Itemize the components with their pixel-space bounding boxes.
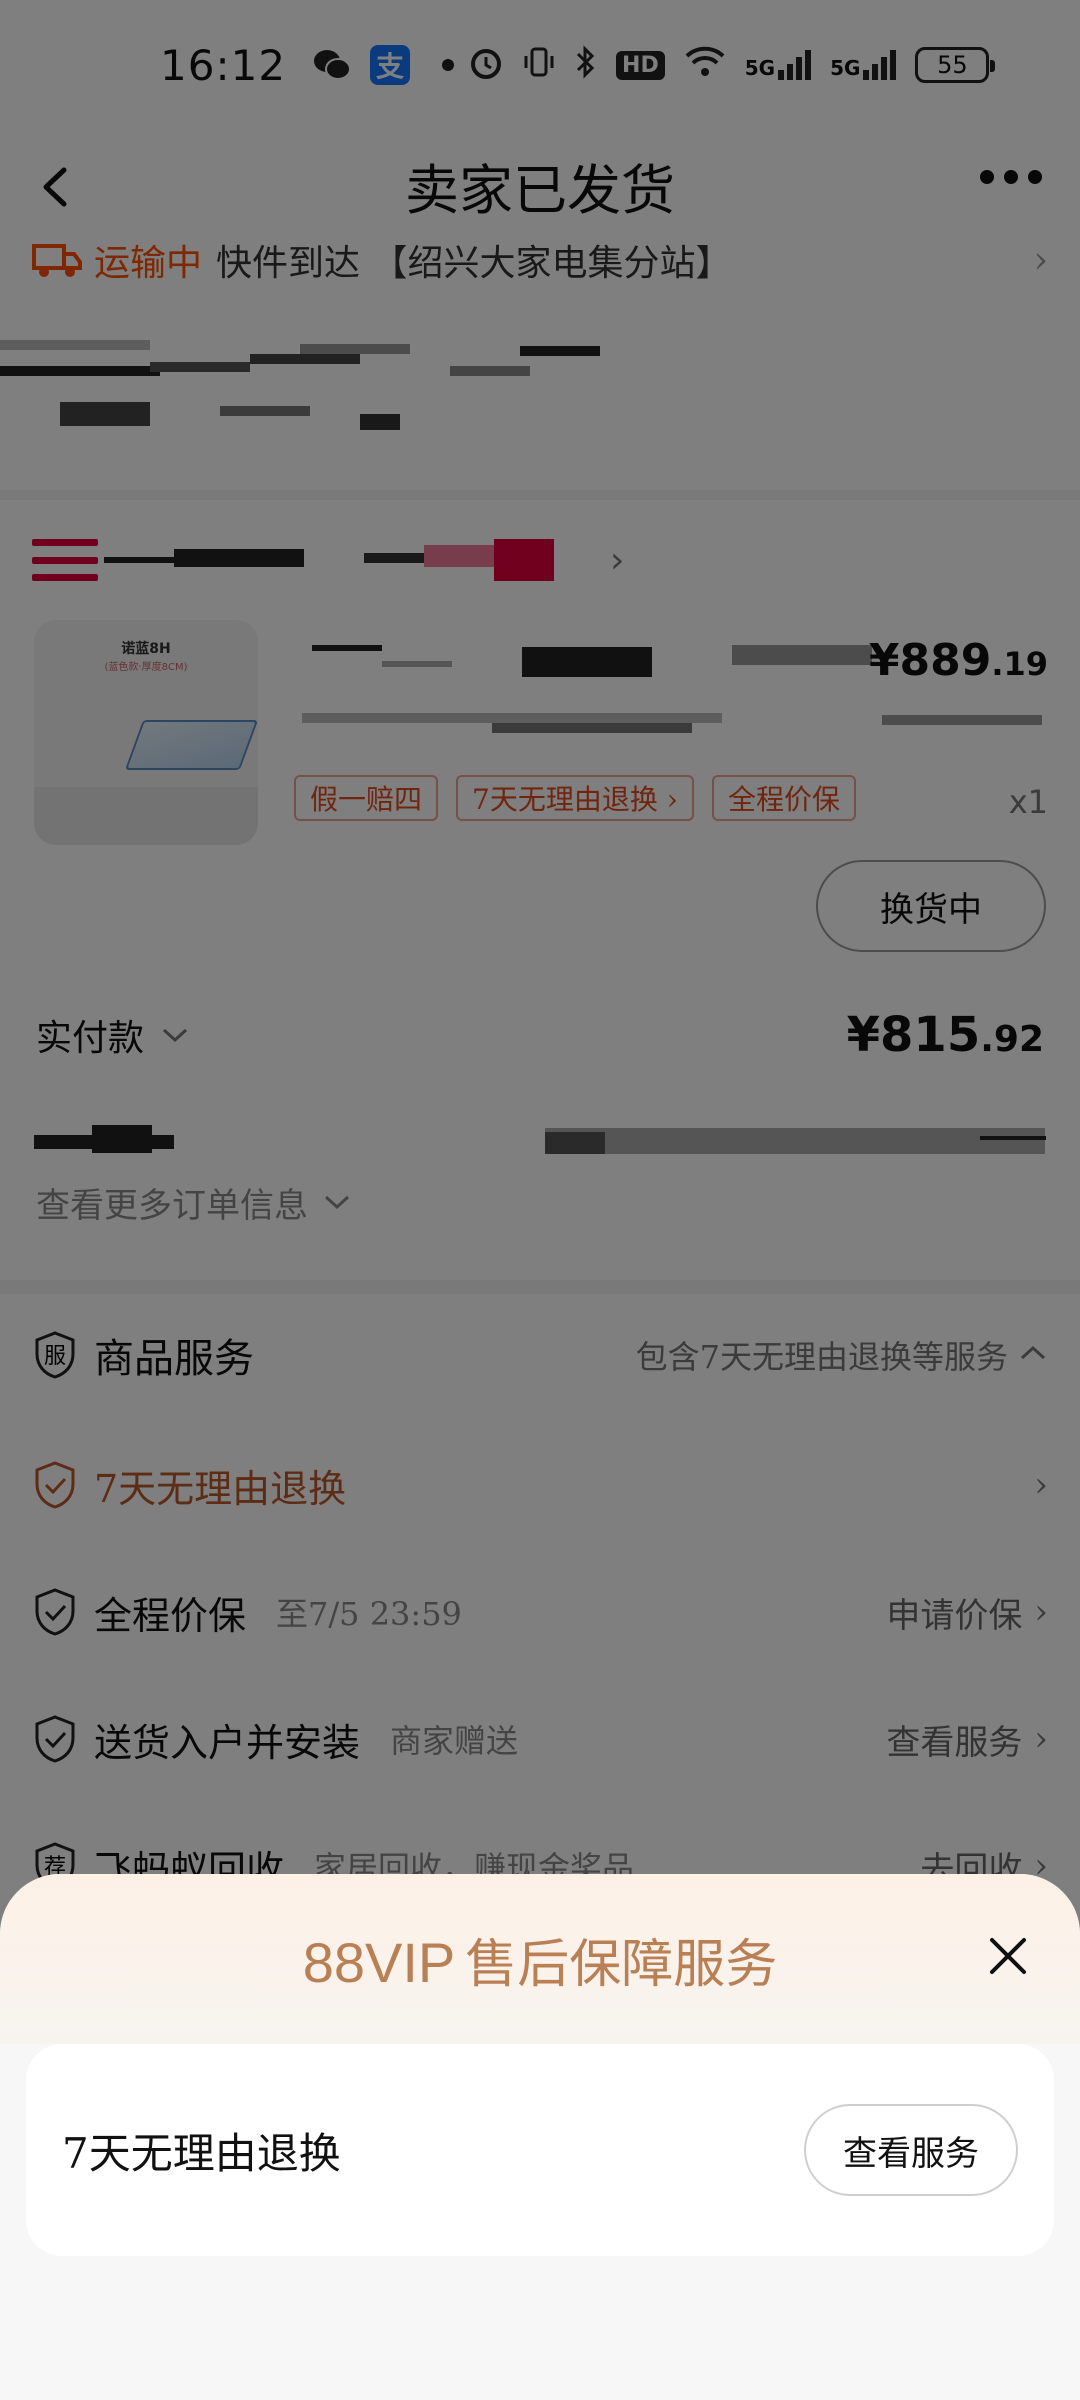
close-icon[interactable] <box>986 1934 1030 1978</box>
sheet-title-vip: 88VIP <box>302 1930 456 1994</box>
sheet-service-label: 7天无理由退换 <box>62 2128 341 2178</box>
sheet-header: 88VIP 售后保障服务 <box>0 1874 1080 2044</box>
vip-service-sheet: 88VIP 售后保障服务 7天无理由退换 查看服务 <box>0 1874 1080 2400</box>
view-service-button[interactable]: 查看服务 <box>804 2104 1018 2196</box>
sheet-service-card: 7天无理由退换 查看服务 <box>26 2044 1054 2256</box>
sheet-title: 88VIP 售后保障服务 <box>303 1922 778 1997</box>
sheet-title-text: 售后保障服务 <box>465 1934 778 1995</box>
